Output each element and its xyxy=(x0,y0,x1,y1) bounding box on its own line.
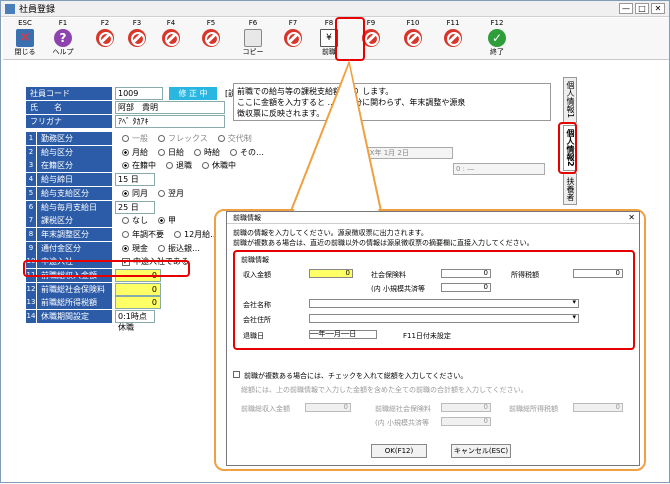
address-combo[interactable] xyxy=(309,314,579,323)
dialog-title: 前職情報 xyxy=(233,214,261,222)
tax-input[interactable]: 0 xyxy=(573,269,623,278)
total-income-input[interactable]: 0 xyxy=(305,403,351,412)
employee-registration-window: 社員登録 — □ ✕ ESC閉じるF1?ヘルプF2F3F4F5F6コピーF7F8… xyxy=(0,0,670,483)
multi-job-desc: 総額には、上の前職情報で入力した金額を含めた全ての前職の合計額を入力してください… xyxy=(241,386,528,394)
total-small-label: (内 小規模共済等 xyxy=(375,419,429,427)
cancel-button[interactable]: キャンセル(ESC) xyxy=(451,444,511,458)
retire-date-input[interactable]: ──年──月──日 xyxy=(309,330,377,339)
address-label: 会社住所 xyxy=(243,316,271,324)
income-input[interactable]: 0 xyxy=(309,269,353,278)
ok-button[interactable]: OK(F12) xyxy=(371,444,427,458)
social-label: 社会保険料 xyxy=(371,271,406,279)
multi-job-checkbox[interactable] xyxy=(233,371,240,378)
retire-hint: F11日付未設定 xyxy=(403,332,451,340)
dialog-desc1: 前職の情報を入力してください。源泉徴収票に出力されます。 xyxy=(233,229,428,237)
total-social-input[interactable]: 0 xyxy=(441,403,491,412)
total-tax-label: 前職総所得税額 xyxy=(509,405,558,413)
total-income-label: 前職総収入金額 xyxy=(241,405,290,413)
small-label: (内 小規模共済等 xyxy=(371,285,425,293)
social-input[interactable]: 0 xyxy=(441,269,491,278)
total-social-label: 前職総社会保険料 xyxy=(375,405,431,413)
multi-job-label: 前職が複数ある場合には、チェックを入れて総額を入力してください。 xyxy=(244,372,468,380)
retire-label: 退職日 xyxy=(243,332,264,340)
income-label: 収入金額 xyxy=(243,271,271,279)
small-input[interactable]: 0 xyxy=(441,283,491,292)
dialog-close-icon[interactable]: ✕ xyxy=(628,212,635,224)
tax-label: 所得税額 xyxy=(511,271,539,279)
company-label: 会社名称 xyxy=(243,301,271,309)
company-combo[interactable] xyxy=(309,299,579,308)
section-title: 前職情報 xyxy=(241,256,269,264)
prior-job-dialog: 前職情報 ✕ 前職の情報を入力してください。源泉徴収票に出力されます。 前職が複… xyxy=(226,211,640,466)
dialog-desc2: 前職が複数ある場合は、直近の前職以外の情報は源泉徴収票の摘要欄に直接入力してくだ… xyxy=(233,239,534,247)
total-tax-input[interactable]: 0 xyxy=(573,403,623,412)
total-small-input[interactable]: 0 xyxy=(441,417,491,426)
dialog-title-bar: 前職情報 ✕ xyxy=(227,212,639,224)
